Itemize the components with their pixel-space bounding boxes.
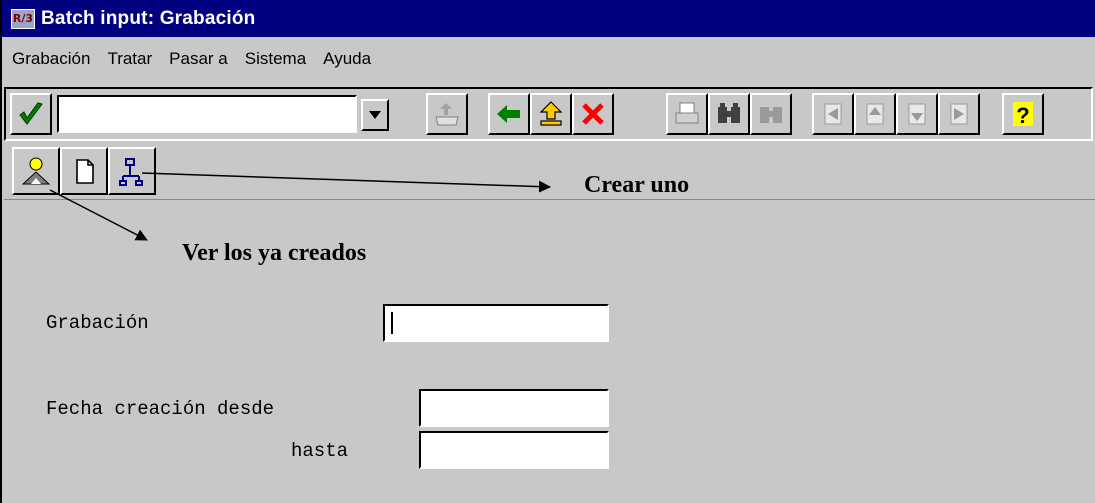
dropdown-arrow-icon [369, 111, 381, 119]
standard-toolbar: ? [4, 87, 1093, 141]
overview-button[interactable] [12, 147, 60, 195]
check-icon [19, 102, 43, 125]
create-icon [76, 159, 94, 184]
back-button[interactable] [488, 93, 530, 135]
create-button[interactable] [60, 147, 108, 195]
annotation-create-one: Crear uno [584, 172, 690, 198]
sap-window: R/3 Batch input: Grabación Grabación Tra… [0, 0, 1095, 503]
menu-ayuda[interactable]: Ayuda [323, 49, 371, 69]
next-page-icon [908, 103, 926, 125]
text-caret [391, 312, 393, 334]
find-button[interactable] [708, 93, 750, 135]
find-next-button[interactable] [750, 93, 792, 135]
hierarchy-icon [119, 158, 143, 186]
command-field[interactable] [57, 95, 357, 133]
grabacion-label: Grabación [46, 312, 149, 334]
overview-icon [21, 157, 51, 185]
menu-grabacion[interactable]: Grabación [12, 49, 90, 69]
menu-sistema[interactable]: Sistema [245, 49, 306, 69]
fecha-creacion-desde-label: Fecha creación desde [46, 398, 275, 420]
find-next-icon [760, 107, 782, 123]
help-icon: ? [1013, 102, 1033, 128]
exit-icon [539, 101, 563, 126]
enter-button[interactable] [10, 93, 52, 135]
annotation-view-created: Ver los ya creados [182, 240, 367, 266]
previous-page-button[interactable] [854, 93, 896, 135]
next-page-button[interactable] [896, 93, 938, 135]
application-toolbar [4, 142, 1095, 200]
print-button[interactable] [666, 93, 708, 135]
title-bar: R/3 Batch input: Grabación [2, 0, 1095, 37]
previous-page-icon [866, 103, 884, 125]
fecha-hasta-input[interactable] [419, 431, 609, 469]
save-button[interactable] [426, 93, 468, 135]
menu-bar: Grabación Tratar Pasar a Sistema Ayuda [2, 39, 1095, 79]
main-area: Grabación Fecha creación desde hasta [4, 202, 1095, 503]
grabacion-input[interactable] [383, 304, 609, 342]
hasta-label: hasta [291, 440, 349, 462]
last-page-button[interactable] [938, 93, 980, 135]
cancel-icon [582, 103, 604, 125]
svg-text:?: ? [1016, 103, 1029, 128]
first-page-button[interactable] [812, 93, 854, 135]
print-icon [675, 102, 699, 124]
hierarchy-button[interactable] [108, 147, 156, 195]
fecha-desde-input[interactable] [419, 389, 609, 427]
help-button[interactable]: ? [1002, 93, 1044, 135]
first-page-icon [824, 103, 842, 125]
cancel-button[interactable] [572, 93, 614, 135]
last-page-icon [950, 103, 968, 125]
sap-app-icon[interactable]: R/3 [11, 8, 35, 29]
save-icon [435, 103, 459, 126]
window-title: Batch input: Grabación [41, 7, 256, 29]
command-dropdown-button[interactable] [361, 99, 389, 131]
menu-tratar[interactable]: Tratar [107, 49, 152, 69]
menu-pasar-a[interactable]: Pasar a [169, 49, 228, 69]
exit-button[interactable] [530, 93, 572, 135]
find-icon [718, 103, 740, 123]
back-icon [497, 105, 520, 123]
